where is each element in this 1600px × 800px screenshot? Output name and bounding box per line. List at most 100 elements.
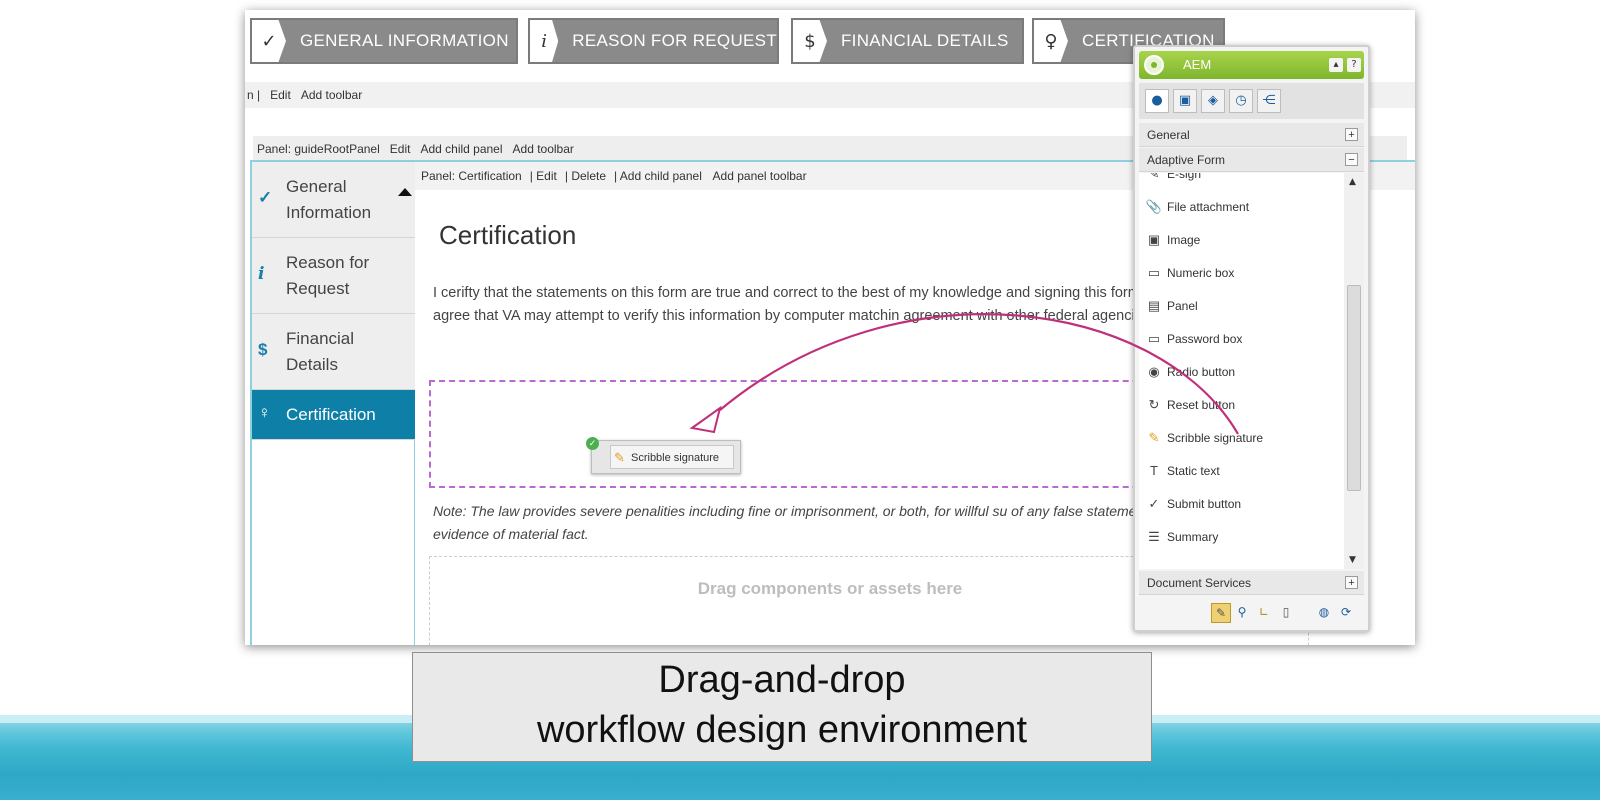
component-label: Radio button [1167, 365, 1236, 379]
aem-logo-icon [1144, 55, 1164, 75]
edit-mode-icon[interactable]: ✎ [1211, 603, 1231, 623]
info-icon: i [530, 20, 559, 62]
nav-item-label: Reason for Request [286, 253, 370, 298]
component-numeric-box[interactable]: ▭ Numeric box [1145, 262, 1235, 284]
add-child-panel-link[interactable]: Add child panel [420, 142, 502, 156]
nav-item-general-information[interactable]: ✓ General Information [252, 162, 415, 238]
dragged-component-label: Scribble signature [631, 452, 720, 464]
radio-button-icon: ◉ [1148, 364, 1160, 379]
components-tab-icon[interactable]: ● [1145, 89, 1169, 113]
check-icon: ✓ [1148, 496, 1160, 511]
add-panel-toolbar-link[interactable]: Add panel toolbar [713, 169, 807, 183]
sidekick-title: AEM [1183, 57, 1212, 72]
check-icon: ✓ [252, 20, 286, 62]
component-panel[interactable]: ▤ Panel [1145, 295, 1198, 317]
tab-reason-for-request[interactable]: i REASON FOR REQUEST [528, 18, 779, 64]
section-adaptive-form[interactable]: Adaptive Form − [1139, 148, 1364, 172]
add-child-panel-link[interactable]: Add child panel [620, 169, 702, 183]
dragged-component-chip: ✎ Scribble signature [610, 445, 734, 469]
tab-financial-details[interactable]: $ FINANCIAL DETAILS [791, 18, 1024, 64]
component-label: Reset button [1167, 398, 1236, 412]
page-title: Certification [439, 220, 577, 250]
component-radio-button[interactable]: ◉ Radio button [1145, 361, 1235, 383]
collapse-section-icon[interactable]: − [1345, 153, 1358, 166]
component-image[interactable]: ▣ Image [1145, 229, 1201, 251]
dollar-icon: $ [258, 340, 268, 359]
component-file-attachment[interactable]: 📎 File attachment [1145, 196, 1249, 218]
component-list: ✎ E-sign 📎 File attachment ▣ Image ▭ Numeric… [1139, 173, 1344, 569]
component-submit-button[interactable]: ✓ Submit button [1145, 493, 1242, 515]
component-scribble-signature[interactable]: ✎ Scribble signature [1145, 427, 1264, 449]
edit-link[interactable]: Edit [270, 88, 291, 102]
aem-sidekick: AEM ▴ ? ● ▣ ◈ ◷ ⋲ General + Adaptive For… [1133, 45, 1370, 632]
legal-note: Note: The law provides severe penalities… [433, 503, 1165, 542]
check-icon: ✓ [258, 188, 273, 207]
tab-label: FINANCIAL DETAILS [841, 31, 1009, 50]
component-label: Submit button [1167, 497, 1242, 511]
component-label: File attachment [1167, 200, 1250, 214]
tab-label: REASON FOR REQUEST [572, 31, 777, 50]
versioning-tab-icon[interactable]: ◷ [1229, 89, 1253, 113]
check-circle-icon: ✓ [586, 437, 599, 450]
list-icon: ☰ [1148, 529, 1160, 544]
ribbon-icon: ♀ [1034, 20, 1068, 62]
section-general[interactable]: General + [1139, 123, 1364, 147]
scaffolding-icon[interactable]: ▯ [1277, 603, 1295, 621]
delete-link[interactable]: Delete [571, 169, 606, 183]
caption-line-2: workflow design environment [536, 709, 1027, 751]
pencil-icon: ✎ [1148, 430, 1160, 445]
component-password-box[interactable]: ▭ Password box [1145, 328, 1243, 350]
nav-item-label: Financial Details [286, 329, 355, 374]
image-icon: ▣ [1147, 232, 1161, 247]
component-reset-button[interactable]: ↻ Reset button [1145, 394, 1236, 416]
tab-general-information[interactable]: ✓ GENERAL INFORMATION [250, 18, 518, 64]
page-tab-icon[interactable]: ▣ [1173, 89, 1197, 113]
design-mode-icon[interactable]: ∟ [1255, 603, 1273, 621]
caret-up-icon [398, 188, 412, 196]
expand-icon[interactable]: + [1345, 128, 1358, 141]
collapse-icon[interactable]: ▴ [1329, 58, 1343, 72]
sidekick-header: AEM ▴ ? [1139, 51, 1364, 79]
scrollbar-thumb[interactable] [1347, 285, 1361, 491]
panel-icon: ▤ [1147, 298, 1161, 313]
component-label: Panel [1167, 299, 1198, 313]
nav-item-label: General Information [286, 177, 372, 222]
toolbar-prefix: n | [247, 88, 261, 102]
info-tab-icon[interactable]: ◈ [1201, 89, 1225, 113]
component-e-sign[interactable]: ✎ E-sign [1145, 173, 1201, 185]
dragged-scribble-signature[interactable]: ✓ ✎ Scribble signature [586, 437, 741, 474]
component-list-scrollbar[interactable]: ▲ ▼ [1344, 173, 1364, 569]
password-box-icon: ▭ [1147, 331, 1161, 346]
expand-icon[interactable]: + [1345, 576, 1358, 589]
component-label: Scribble signature [1167, 431, 1264, 445]
numeric-box-icon: ▭ [1147, 265, 1161, 280]
component-label: Image [1167, 233, 1201, 247]
nav-item-label: Certification [286, 405, 376, 424]
workflow-tab-icon[interactable]: ⋲ [1257, 89, 1281, 113]
component-label: E-sign [1167, 173, 1202, 181]
component-summary[interactable]: ☰ Summary [1145, 526, 1218, 548]
section-label: Document Services [1147, 576, 1252, 590]
edit-link[interactable]: Edit [390, 142, 411, 156]
caption-line-1: Drag-and-drop [658, 659, 906, 701]
preview-mode-icon[interactable]: ⚲ [1233, 603, 1251, 621]
add-toolbar-link[interactable]: Add toolbar [513, 142, 574, 156]
edit-link[interactable]: Edit [536, 169, 557, 183]
scroll-up-icon[interactable]: ▲ [1349, 177, 1356, 187]
component-static-text[interactable]: T Static text [1145, 460, 1220, 482]
signature-drop-zone[interactable] [429, 380, 1189, 488]
globe-icon[interactable]: ◍ [1315, 603, 1333, 621]
refresh-icon[interactable]: ⟳ [1337, 603, 1355, 621]
nav-item-reason-for-request[interactable]: i Reason for Request [252, 238, 415, 314]
add-toolbar-link[interactable]: Add toolbar [301, 88, 362, 102]
nav-item-certification[interactable]: ♀ Certification [252, 390, 415, 440]
help-icon[interactable]: ? [1347, 58, 1361, 72]
pencil-icon: ✎ [614, 450, 625, 465]
ribbon-icon: ♀ [258, 403, 271, 422]
info-icon: i [258, 264, 265, 284]
scroll-down-icon[interactable]: ▼ [1349, 555, 1356, 565]
component-label: Password box [1167, 332, 1243, 346]
nav-item-financial-details[interactable]: $ Financial Details [252, 314, 415, 390]
caption-box: Drag-and-drop workflow design environmen… [412, 652, 1152, 762]
section-document-services[interactable]: Document Services + [1139, 571, 1364, 595]
